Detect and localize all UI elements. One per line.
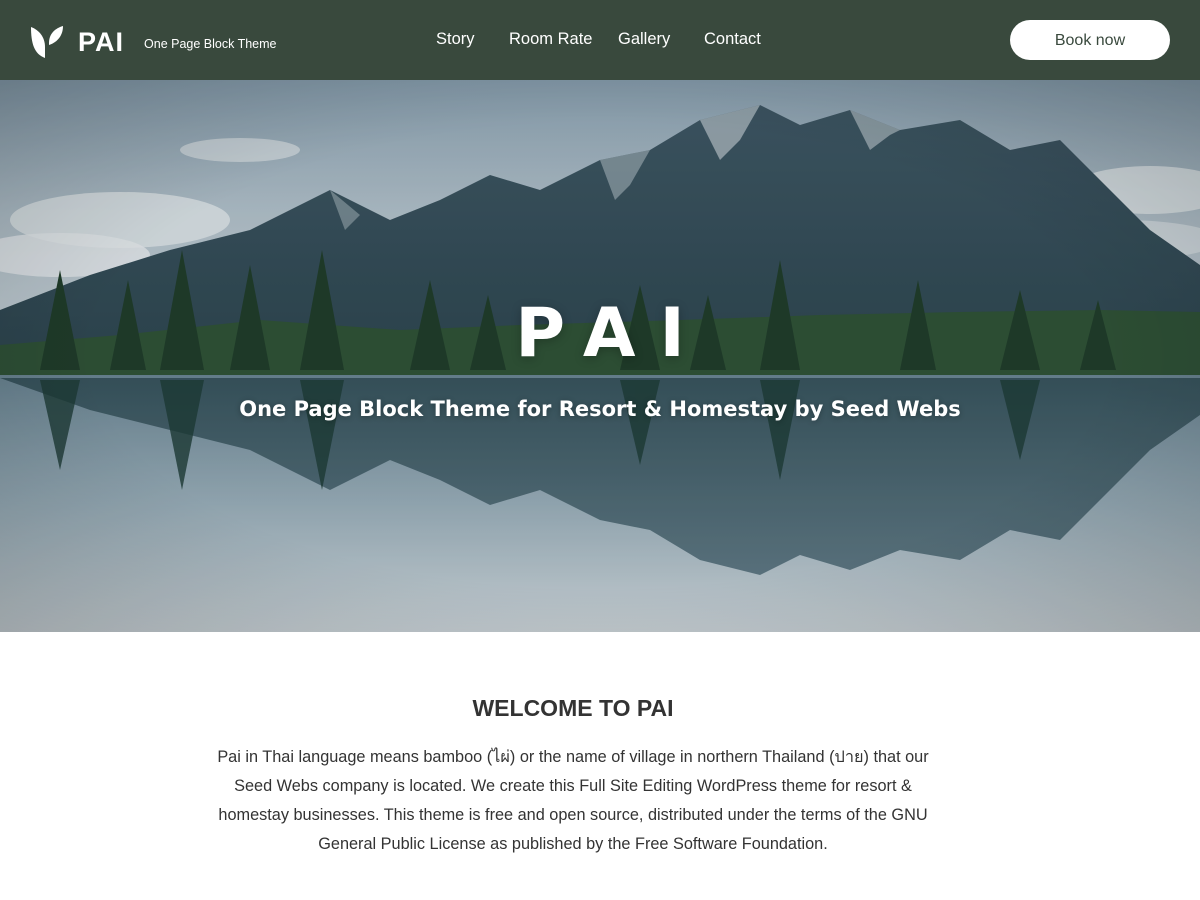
nav-link-story[interactable]: Story bbox=[436, 30, 475, 49]
welcome-paragraph: Pai in Thai language means bamboo (ไผ่) … bbox=[217, 748, 929, 853]
hero-banner: PAI One Page Block Theme for Resort & Ho… bbox=[0, 80, 1200, 632]
welcome-heading: WELCOME TO PAI bbox=[472, 695, 674, 721]
nav-link-room-rate[interactable]: Room Rate bbox=[509, 30, 592, 49]
book-now-button[interactable]: Book now bbox=[1010, 20, 1170, 60]
nav-link-gallery[interactable]: Gallery bbox=[618, 30, 670, 49]
hero-title: PAI bbox=[515, 294, 709, 373]
welcome-section: WELCOME TO PAI Pai in Thai language mean… bbox=[0, 632, 1200, 900]
nav-link-contact[interactable]: Contact bbox=[704, 30, 761, 49]
hero-subtitle: One Page Block Theme for Resort & Homest… bbox=[239, 397, 961, 421]
site-header: PAI One Page Block Theme Story Room Rate… bbox=[0, 0, 1200, 80]
